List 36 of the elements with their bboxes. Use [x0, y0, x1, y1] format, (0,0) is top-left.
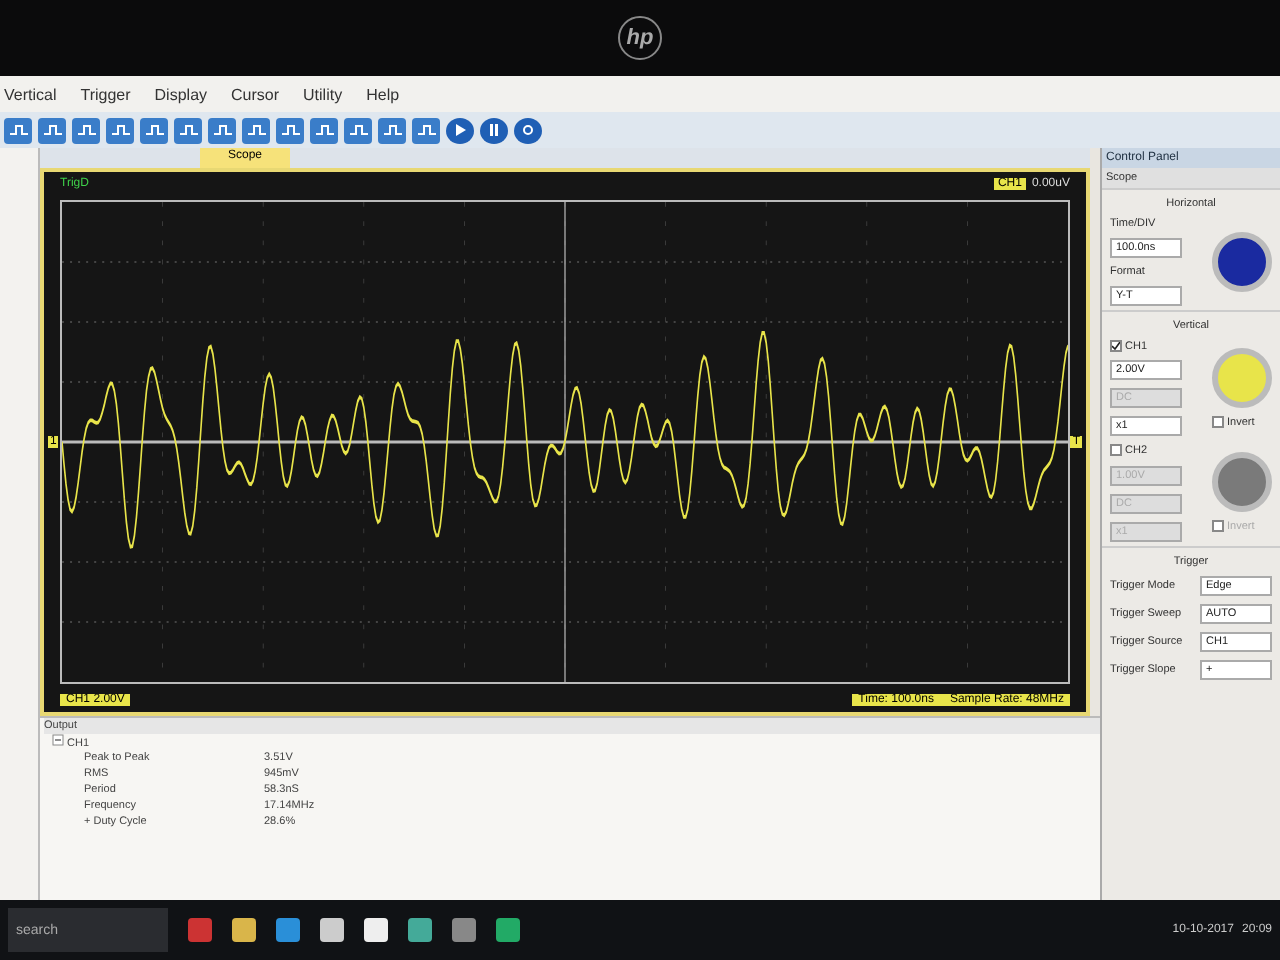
channel-checkbox[interactable] [1110, 340, 1122, 352]
menu-item[interactable]: Vertical [4, 85, 57, 103]
toolbar-icon[interactable] [344, 117, 372, 143]
toolbar-icon[interactable] [38, 117, 66, 143]
toolbar-icon[interactable] [4, 117, 32, 143]
pause-icon[interactable] [480, 117, 508, 143]
toolbar-icon[interactable] [310, 117, 338, 143]
toolbar-icon[interactable] [72, 117, 100, 143]
toolbar-icon[interactable] [378, 117, 406, 143]
menu-item[interactable]: Display [154, 85, 208, 103]
toolbar-icon[interactable] [174, 117, 202, 143]
taskbar-icon[interactable] [496, 918, 520, 942]
taskbar-icon[interactable] [276, 918, 300, 942]
toolbar-icon[interactable] [106, 117, 134, 143]
taskbar-icon[interactable] [364, 918, 388, 942]
menu-item[interactable]: Utility [303, 85, 343, 103]
taskbar-icon[interactable] [232, 918, 256, 942]
toolbar-icon[interactable] [412, 117, 440, 143]
toolbar-icon[interactable] [208, 117, 236, 143]
brand-logo: hp [618, 16, 662, 60]
toolbar-icon[interactable] [242, 117, 270, 143]
tree-toggle-icon[interactable] [52, 734, 64, 746]
play-icon[interactable] [446, 117, 474, 143]
taskbar-icon[interactable] [408, 918, 432, 942]
toolbar-icon[interactable] [140, 117, 168, 143]
menu-item[interactable]: Trigger [80, 85, 131, 103]
taskbar-icon[interactable] [320, 918, 344, 942]
taskbar-icon[interactable] [452, 918, 476, 942]
invert-checkbox[interactable] [1212, 520, 1224, 533]
scale-knob[interactable] [1212, 452, 1272, 513]
time-knob[interactable] [1212, 232, 1272, 292]
channel-checkbox[interactable] [1110, 444, 1122, 457]
invert-checkbox[interactable] [1212, 416, 1224, 428]
menu-item[interactable]: Help [366, 85, 400, 103]
toolbar-icon[interactable] [276, 117, 304, 143]
menu-item[interactable]: Cursor [231, 85, 280, 103]
